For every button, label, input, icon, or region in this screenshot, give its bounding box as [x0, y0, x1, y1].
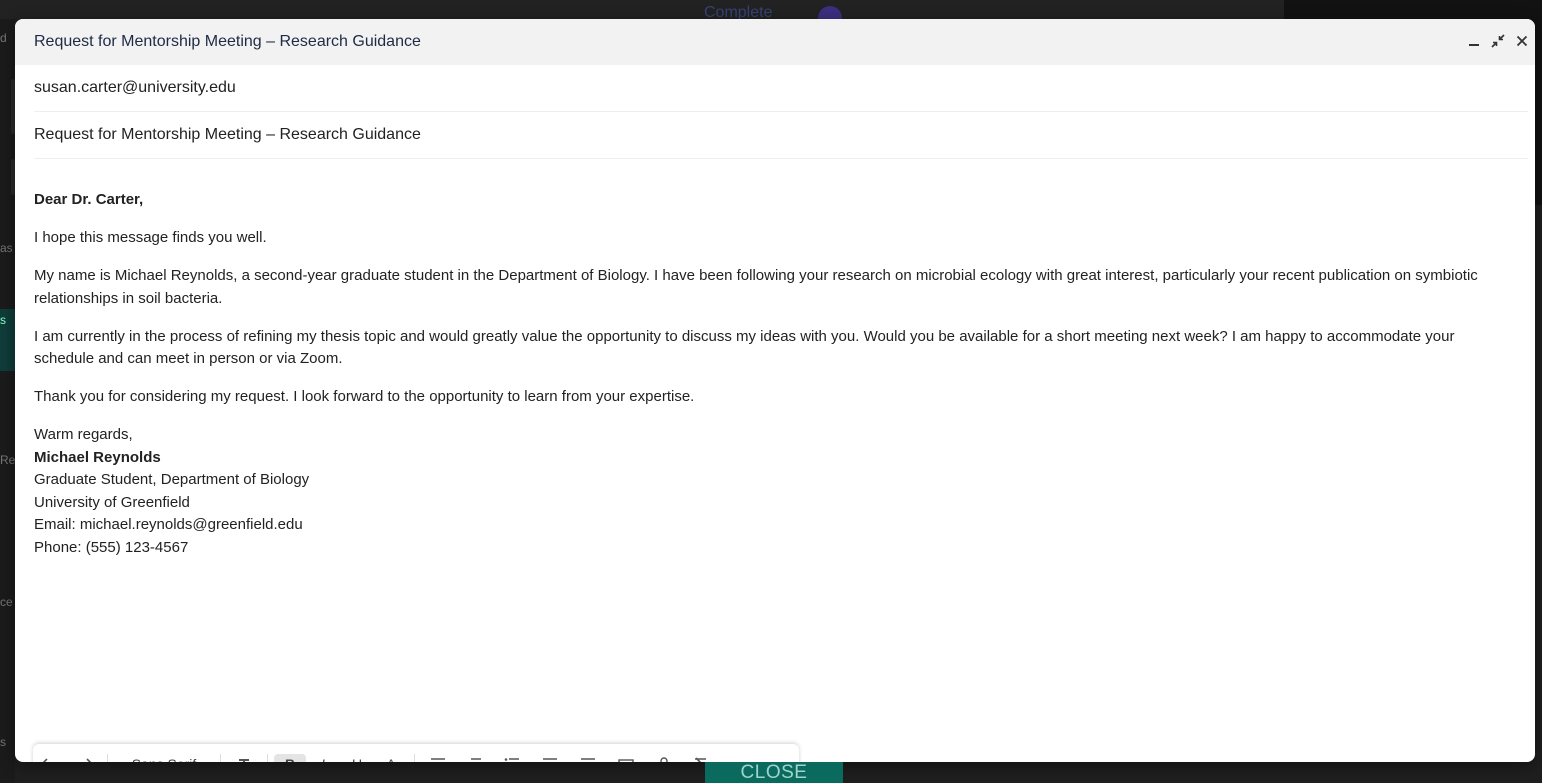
subject-field-row — [34, 112, 1528, 159]
toolbar-divider — [220, 754, 221, 762]
bold-button[interactable]: B — [274, 754, 306, 762]
remove-formatting-icon[interactable] — [683, 754, 721, 762]
body-greeting: Dear Dr. Carter, — [34, 191, 144, 208]
font-size-icon[interactable] — [227, 754, 261, 762]
signature-title: Graduate Student, Department of Biology — [34, 471, 310, 488]
signature-name: Michael Reynolds — [34, 448, 161, 466]
signature-block: Warm regards, Michael Reynolds Graduate … — [34, 424, 1514, 559]
numbered-list-icon[interactable] — [455, 754, 493, 762]
background-left-panel: d as s Re ce s — [0, 19, 15, 783]
to-field[interactable] — [34, 79, 1528, 97]
window-controls — [1465, 31, 1531, 51]
background-fragment: as — [0, 241, 13, 255]
message-body[interactable]: Dear Dr. Carter, I hope this message fin… — [34, 189, 1514, 559]
body-paragraph: I hope this message finds you well. — [34, 229, 267, 246]
background-fragment: d — [0, 31, 7, 45]
background-fragment: s — [0, 735, 6, 749]
align-icon[interactable] — [421, 754, 455, 762]
compose-title: Request for Mentorship Meeting – Researc… — [34, 33, 421, 50]
compose-titlebar[interactable]: Request for Mentorship Meeting – Researc… — [15, 19, 1535, 65]
signature-email: Email: michael.reynolds@greenfield.edu — [34, 516, 303, 533]
signature-phone: Phone: (555) 123-4567 — [34, 538, 189, 556]
to-field-row — [34, 65, 1528, 112]
close-button[interactable]: CLOSE — [705, 762, 843, 783]
undo-icon[interactable] — [33, 754, 67, 762]
quote-icon[interactable] — [607, 754, 645, 762]
body-paragraph: I am currently in the process of refinin… — [34, 327, 1455, 368]
signature-org: University of Greenfield — [34, 493, 190, 511]
close-icon[interactable] — [1513, 31, 1531, 51]
toolbar-divider — [107, 754, 108, 762]
background-fragment: ce — [0, 595, 13, 609]
italic-button[interactable]: I — [306, 754, 340, 762]
bulleted-list-icon[interactable] — [493, 754, 531, 762]
redo-icon[interactable] — [67, 754, 101, 762]
background-fragment: s — [0, 313, 6, 327]
body-paragraph: Thank you for considering my request. I … — [34, 388, 695, 405]
body-paragraph: My name is Michael Reynolds, a second-ye… — [34, 267, 1478, 307]
indent-more-icon[interactable] — [569, 754, 607, 762]
minimize-icon[interactable] — [1465, 31, 1483, 51]
underline-button[interactable]: U — [340, 754, 374, 762]
formatting-toolbar: Sans Serif B I U A — [33, 744, 799, 762]
text-color-button[interactable]: A — [374, 754, 408, 762]
indent-less-icon[interactable] — [531, 754, 569, 762]
exit-fullscreen-icon[interactable] — [1489, 31, 1507, 51]
background-fragment: Re — [0, 453, 16, 467]
strikethrough-icon[interactable] — [645, 754, 683, 762]
toolbar-divider — [414, 754, 415, 762]
signature-closing: Warm regards, — [34, 426, 133, 443]
background-top-status: Complete — [700, 4, 850, 30]
compose-window: Request for Mentorship Meeting – Researc… — [15, 19, 1535, 762]
font-family-select[interactable]: Sans Serif — [114, 754, 214, 762]
toolbar-divider — [267, 754, 268, 762]
subject-field[interactable] — [34, 126, 1528, 144]
